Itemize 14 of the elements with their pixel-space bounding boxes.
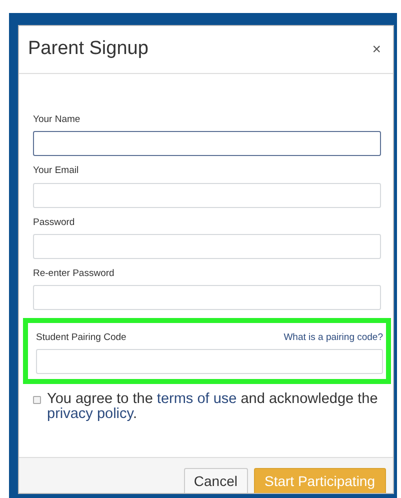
close-button[interactable]: × xyxy=(370,42,383,57)
field-label: Your Name xyxy=(33,113,80,127)
checkbox[interactable] xyxy=(33,396,41,404)
help-link[interactable]: What is a pairing code? xyxy=(284,331,383,346)
field-label: Student Pairing Code xyxy=(36,331,126,345)
field-label: Re-enter Password xyxy=(33,266,114,281)
input-field[interactable] xyxy=(33,131,381,156)
field-label: Password xyxy=(33,216,75,230)
field-label: Your Email xyxy=(33,164,79,178)
agreement-link[interactable]: terms of use xyxy=(156,391,237,408)
dialog-title: Parent Signup xyxy=(28,37,148,62)
agreement-text: You agree to the terms of use and acknowledge the privacy policy. xyxy=(47,392,379,423)
agreement-link[interactable]: privacy policy xyxy=(47,406,133,422)
cancel-button[interactable]: Cancel xyxy=(184,468,248,493)
